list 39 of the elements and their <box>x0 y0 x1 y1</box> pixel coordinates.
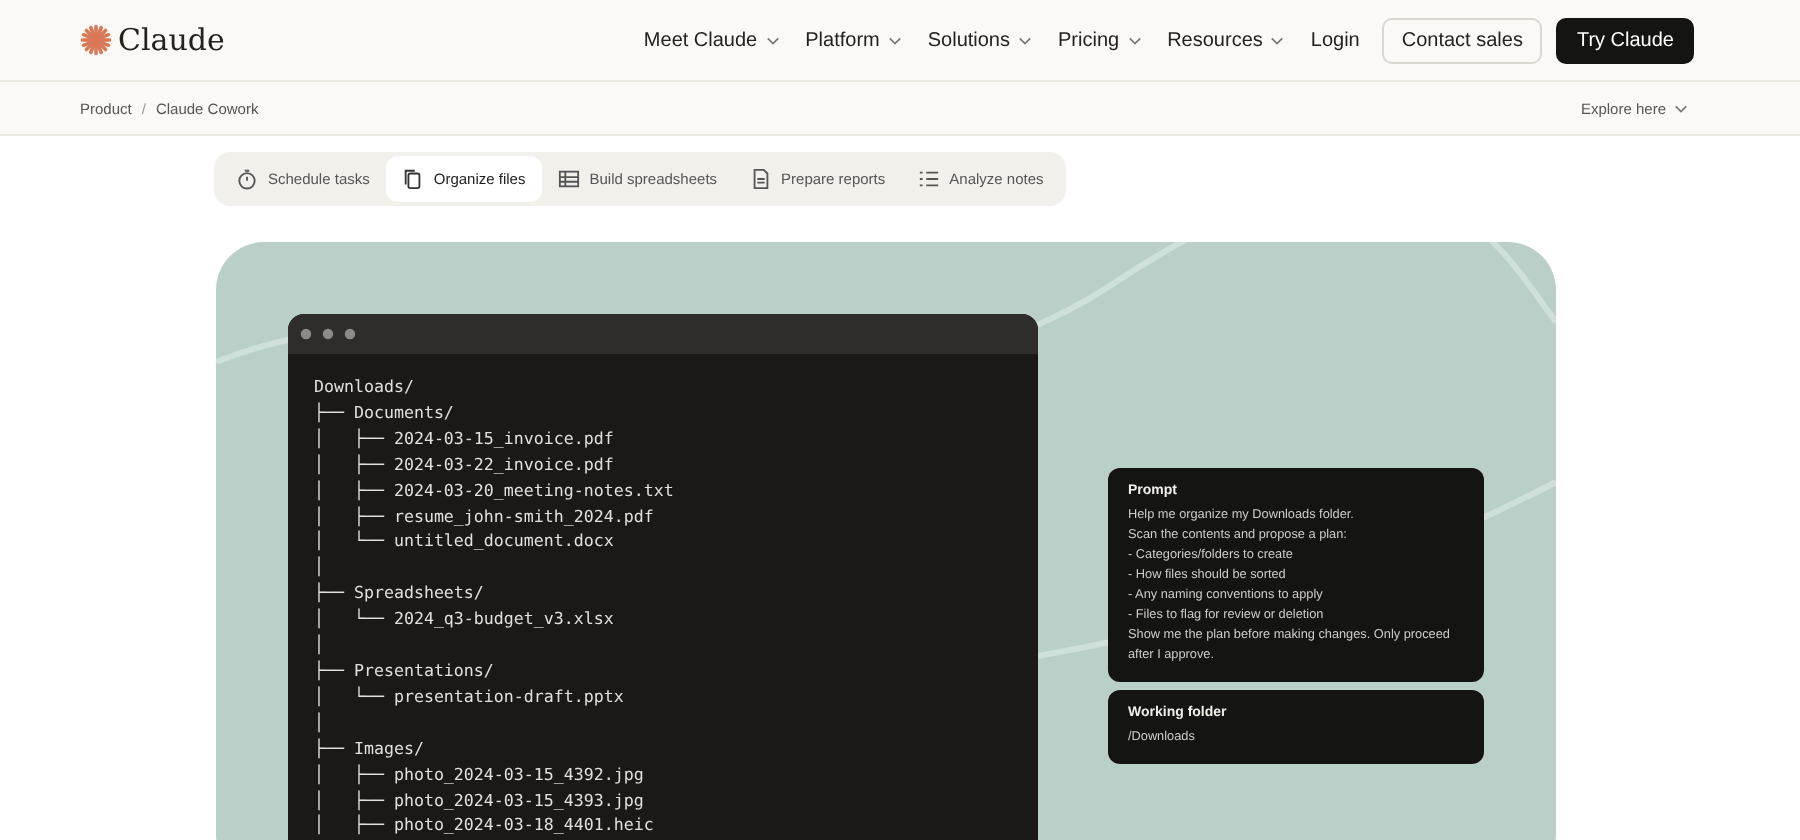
document-icon <box>749 168 772 190</box>
file-tree-line: │ <box>314 709 326 736</box>
file-tree-line: │ ├── 2024-03-15_invoice.pdf <box>314 425 616 452</box>
file-tree-line: │ ├── 2024-03-20_meeting-notes.txt <box>314 477 676 504</box>
file-tree-line: ├── Spreadsheets/ <box>314 580 486 607</box>
nav-link[interactable]: Meet Claude <box>643 29 780 51</box>
file-tree-line: │ ├── resume_john-smith_2024.pdf <box>314 503 656 529</box>
timer-icon <box>236 168 258 190</box>
contact-sales-button[interactable]: Contact sales <box>1381 17 1543 63</box>
file-tree-line: │ ├── photo_2024-03-15_4392.jpg <box>314 761 646 787</box>
chevron-down-icon <box>1127 35 1142 45</box>
file-tree-line: │ ├── photo_2024-03-15_4393.jpg <box>314 787 646 813</box>
chevron-down-icon <box>887 35 902 45</box>
list-icon <box>917 168 940 190</box>
file-tree-line: ├── Images/ <box>314 735 426 762</box>
file-tree-line: ├── Documents/ <box>314 399 456 426</box>
file-tree-line: Downloads/ <box>314 374 416 400</box>
logo-icon <box>80 24 112 56</box>
chevron-down-icon <box>1018 35 1032 45</box>
try-claude-button[interactable]: Try Claude <box>1556 17 1694 63</box>
nav-link[interactable]: Pricing <box>1058 29 1142 51</box>
file-tree-line: │ └── 2024_q3-budget_v3.xlsx <box>314 606 616 633</box>
chevron-down-icon <box>765 35 780 45</box>
nav-link[interactable]: Resources <box>1167 29 1285 51</box>
file-tree-line: │ └── untitled_document.docx <box>314 528 616 555</box>
chevron-down-icon <box>1270 35 1285 45</box>
file-tree-line: │ <box>314 554 326 581</box>
nav-link[interactable]: Platform <box>805 29 902 51</box>
file-tree-line: │ ├── 2024-03-22_invoice.pdf <box>314 451 616 478</box>
file-tree-line: │ <box>314 632 326 658</box>
nav-link[interactable]: Solutions <box>927 29 1032 51</box>
copy-icon <box>401 168 424 190</box>
chevron-down-icon <box>1674 103 1688 113</box>
nav-link[interactable]: Login <box>1310 29 1360 51</box>
logo-text[interactable]: Claude <box>118 22 225 58</box>
file-tree-line: │ └── presentation-draft.pptx <box>314 683 626 710</box>
file-tree-line: │ ├── photo_2024-03-18_4401.heic <box>314 812 656 839</box>
table-icon <box>557 168 580 190</box>
file-tree-line: ├── Presentations/ <box>314 657 496 684</box>
